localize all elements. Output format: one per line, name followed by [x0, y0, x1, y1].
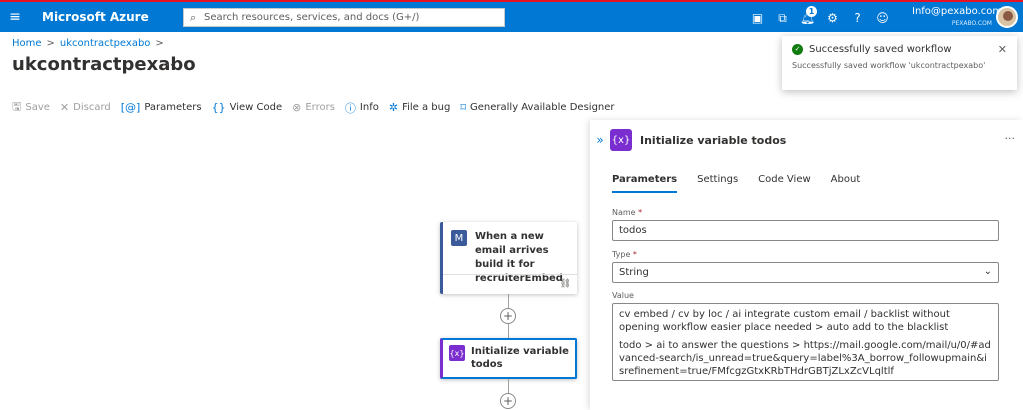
- panel-header: » {x} Initialize variable todos ···: [590, 128, 1023, 152]
- bug-icon: ✲: [388, 101, 399, 114]
- connector-line: [508, 379, 509, 393]
- feedback-icon[interactable]: ☺: [870, 6, 895, 30]
- top-icons: ▣ ⧉ 🔔︎ 1 ⚙ ? ☺: [745, 6, 895, 30]
- file-bug-button[interactable]: ✲ File a bug: [389, 101, 450, 114]
- bookmark-icon: ⌑: [460, 101, 466, 114]
- breadcrumb-separator: >: [46, 38, 55, 49]
- error-icon: ⊗: [292, 101, 302, 114]
- designer-label: Generally Available Designer: [470, 102, 615, 113]
- account-info[interactable]: Info@pexabo.com PEXABO.COM: [912, 6, 1003, 30]
- chevron-down-icon: ⌄: [983, 266, 992, 277]
- directory-filter-icon[interactable]: ⧉: [770, 6, 795, 30]
- action-label: Initialize variable todos: [471, 346, 569, 370]
- tab-code-view[interactable]: Code View: [758, 174, 811, 193]
- errors-button[interactable]: ⊗ Errors: [292, 101, 335, 114]
- action-details-panel: » {x} Initialize variable todos ··· Para…: [590, 120, 1023, 410]
- tab-settings[interactable]: Settings: [697, 174, 738, 193]
- close-icon[interactable]: ✕: [998, 43, 1007, 56]
- discard-label: Discard: [73, 102, 111, 113]
- value-field-label: Value: [612, 291, 634, 300]
- checkmark-icon: ✓: [792, 44, 803, 55]
- more-icon[interactable]: ···: [162, 58, 173, 72]
- menu-icon[interactable]: ≡: [0, 9, 30, 25]
- value-line-2: todo > ai to answer the questions > http…: [619, 340, 991, 377]
- breadcrumb-resource[interactable]: ukcontractpexabo: [60, 38, 151, 49]
- type-selected-value: String: [619, 267, 649, 278]
- gear-icon[interactable]: ⚙: [820, 6, 845, 30]
- value-field[interactable]: cv embed / cv by loc / ai integrate cust…: [612, 303, 999, 381]
- workflow-canvas[interactable]: M When a new email arrives build it for …: [0, 120, 590, 410]
- panel-title[interactable]: Initialize variable todos: [640, 134, 786, 147]
- view-code-button[interactable]: {} View Code: [212, 101, 283, 114]
- view-code-label: View Code: [229, 102, 283, 113]
- errors-label: Errors: [305, 102, 335, 113]
- required-marker: *: [632, 250, 637, 259]
- variable-icon: {x}: [449, 345, 465, 361]
- tab-parameters[interactable]: Parameters: [612, 174, 678, 193]
- add-step-icon[interactable]: +: [500, 393, 516, 409]
- avatar[interactable]: [996, 6, 1018, 28]
- toast-message: Successfully saved workflow 'ukcontractp…: [792, 61, 986, 70]
- type-field-label: Type *: [612, 250, 637, 259]
- designer-toolbar: 🖫 Save ✕ Discard [@] Parameters {} View Code…: [12, 98, 625, 117]
- type-label-text: Type: [612, 250, 631, 259]
- panel-tabs: Parameters Settings Code View About: [612, 174, 880, 193]
- value-line-1: cv embed / cv by loc / ai integrate cust…: [619, 309, 950, 333]
- name-field-label: Name *: [612, 208, 642, 217]
- gmail-icon: M: [451, 230, 467, 246]
- required-marker: *: [638, 208, 643, 217]
- name-field[interactable]: todos: [612, 220, 999, 241]
- success-toast: ✓ Successfully saved workflow Successful…: [782, 36, 1017, 90]
- parameters-label: Parameters: [144, 102, 202, 113]
- search-icon: ⌕: [190, 10, 197, 24]
- top-bar: ≡ Microsoft Azure ⌕ Search resources, se…: [0, 0, 1023, 32]
- trigger-card[interactable]: M When a new email arrives build it for …: [440, 222, 577, 294]
- discard-icon: ✕: [59, 101, 70, 114]
- bell-icon[interactable]: 🔔︎ 1: [795, 6, 820, 30]
- file-bug-label: File a bug: [402, 102, 451, 113]
- code-icon: {}: [211, 101, 226, 114]
- add-step-icon[interactable]: +: [500, 308, 516, 324]
- discard-button[interactable]: ✕ Discard: [60, 101, 111, 114]
- action-card[interactable]: {x} Initialize variable todos: [440, 338, 577, 379]
- cloud-shell-icon[interactable]: ▣: [745, 6, 770, 30]
- collapse-icon[interactable]: »: [590, 133, 610, 147]
- tab-about[interactable]: About: [831, 174, 861, 193]
- name-label-text: Name: [612, 208, 636, 217]
- notification-badge: 1: [806, 6, 817, 17]
- toast-title: Successfully saved workflow: [809, 44, 952, 55]
- save-icon: 🖫: [12, 100, 22, 113]
- help-icon[interactable]: ?: [845, 6, 870, 30]
- breadcrumb-home[interactable]: Home: [12, 38, 42, 49]
- variable-icon: {x}: [610, 129, 632, 151]
- info-label: Info: [359, 102, 379, 113]
- brand-title[interactable]: Microsoft Azure: [30, 10, 180, 24]
- link-icon: ⛓: [559, 279, 571, 289]
- account-email: Info@pexabo.com: [912, 6, 1003, 17]
- info-button[interactable]: ⓘ Info: [345, 100, 379, 116]
- parameters-icon: [@]: [120, 101, 141, 114]
- parameters-button[interactable]: [@] Parameters: [121, 101, 202, 114]
- connector-line: [508, 324, 509, 338]
- search-input[interactable]: ⌕ Search resources, services, and docs (…: [183, 8, 505, 27]
- type-select[interactable]: String ⌄: [612, 262, 999, 283]
- info-icon: ⓘ: [344, 101, 356, 115]
- save-button[interactable]: 🖫 Save: [12, 98, 50, 117]
- search-placeholder: Search resources, services, and docs (G+…: [204, 12, 420, 23]
- breadcrumb-separator: >: [155, 38, 164, 49]
- breadcrumb: Home > ukcontractpexabo >: [12, 38, 164, 49]
- designer-toggle-button[interactable]: ⌑ Generally Available Designer: [460, 101, 614, 114]
- account-tenant: PEXABO.COM: [951, 20, 992, 27]
- more-icon[interactable]: ···: [1005, 132, 1016, 145]
- trigger-card-footer: ⛓: [443, 274, 577, 294]
- save-label: Save: [25, 102, 50, 113]
